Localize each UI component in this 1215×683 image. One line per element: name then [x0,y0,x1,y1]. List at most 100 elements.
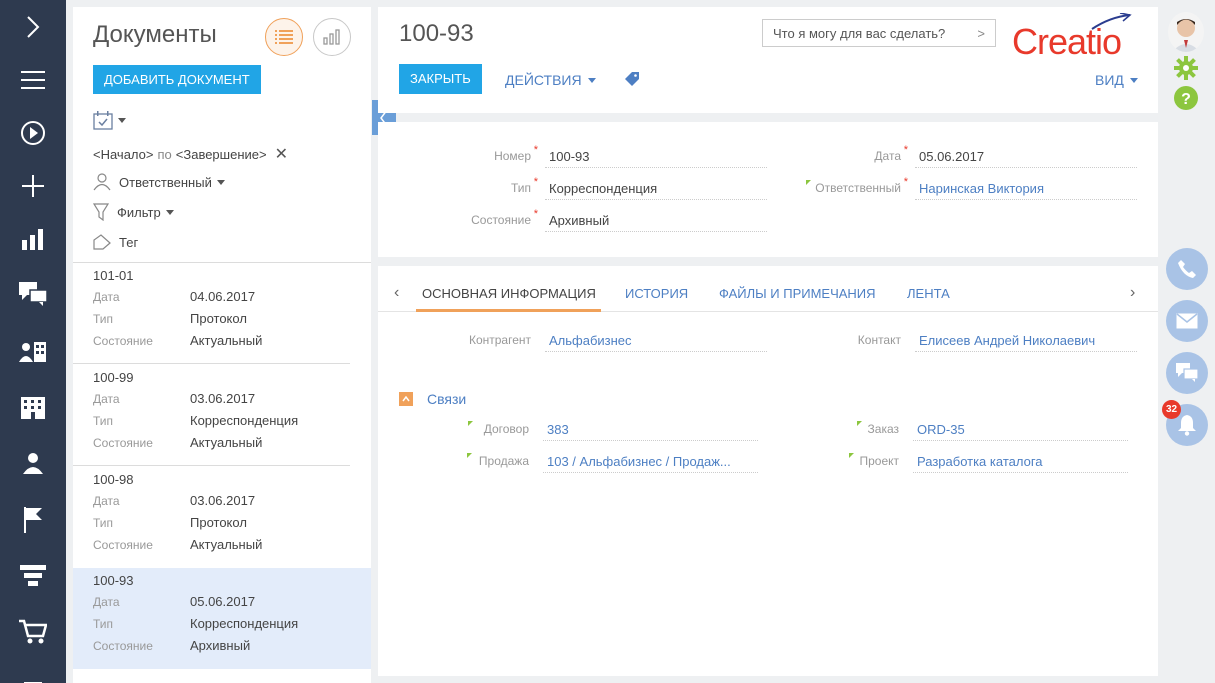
phone-button[interactable] [1166,248,1208,290]
record-number: 101-01 [93,268,134,283]
tab-history[interactable]: ИСТОРИЯ [625,286,688,301]
record-type-label: Тип [93,414,114,428]
lookup-marker-icon [806,180,811,185]
owner-filter-label: Ответственный [119,174,212,190]
field-label: Дата [874,149,901,163]
order-field[interactable]: Заказ ORD-35 [868,419,1128,441]
owner-field[interactable]: Ответственный * Наринская Виктория [815,176,1137,200]
period-start[interactable]: <Начало> [93,147,153,162]
record-state: Актуальный [190,435,263,450]
record-type-label: Тип [93,312,114,326]
analytics-view-button[interactable] [313,18,351,56]
tag-icon[interactable] [624,71,640,92]
list-item-selected[interactable]: 100-93 Дата 05.06.2017 Тип Корреспонденц… [73,568,371,669]
tab-scroll-left-icon[interactable]: ‹ [394,284,399,302]
record-type: Корреспонденция [190,413,299,428]
record-date-label: Дата [93,392,120,406]
chat-button[interactable] [1166,352,1208,394]
play-icon[interactable] [0,113,66,153]
state-input[interactable]: Архивный [545,210,767,232]
email-button[interactable] [1166,300,1208,342]
chevron-down-icon [1129,77,1138,83]
view-menu[interactable]: ВИД [1095,72,1138,88]
menu-icon[interactable] [0,60,66,100]
add-document-button[interactable]: ДОБАВИТЬ ДОКУМЕНТ [93,65,261,94]
close-icon[interactable]: ✕ [275,144,288,164]
opportunity-field[interactable]: Продажа 103 / Альфабизнес / Продаж... [479,451,758,473]
number-input[interactable]: 100-93 [545,146,767,168]
contact-icon[interactable] [0,443,66,483]
account-link[interactable]: Альфабизнес [545,330,767,352]
section-title[interactable]: Связи [427,391,466,407]
project-link[interactable]: Разработка каталога [913,451,1128,473]
avatar[interactable] [1168,12,1204,52]
plus-icon[interactable] [0,166,66,206]
calendar-icon [93,111,113,130]
period-range: <Начало> по <Завершение> ✕ [93,144,288,164]
contract-link[interactable]: 383 [543,419,758,441]
date-input[interactable]: 05.06.2017 [915,146,1137,168]
required-icon: * [903,176,908,188]
tab-files-notes[interactable]: ФАЙЛЫ И ПРИМЕЧАНИЯ [719,286,876,301]
opportunity-link[interactable]: 103 / Альфабизнес / Продаж... [543,451,758,473]
tab-feed[interactable]: ЛЕНТА [907,286,950,301]
record-number: 100-93 [93,573,134,588]
command-line-input[interactable]: Что я могу для вас сделать? > [762,19,996,47]
phone-icon [1178,260,1196,278]
tag-filter-button[interactable]: Тег [93,234,138,250]
list-item[interactable]: 100-98 Дата 03.06.2017 Тип Протокол Сост… [73,467,371,568]
owner-filter-button[interactable]: Ответственный [93,173,225,191]
accounts-icon[interactable] [0,332,66,372]
required-icon: * [533,144,538,156]
chat-icon[interactable] [0,274,66,314]
contract-field[interactable]: Договор 383 [484,419,758,441]
list-view-button[interactable] [265,18,303,56]
period-end[interactable]: <Завершение> [176,147,267,162]
date-field[interactable]: Дата * 05.06.2017 [874,144,1137,168]
chevron-right-icon[interactable]: > [977,26,985,41]
chart-icon[interactable] [0,219,66,259]
chevron-right-icon[interactable] [0,7,66,47]
project-field[interactable]: Проект Разработка каталога [859,451,1128,473]
actions-menu[interactable]: ДЕЙСТВИЯ [505,72,596,88]
number-field[interactable]: Номер * 100-93 [494,144,767,168]
type-field[interactable]: Тип * Корреспонденция [511,176,767,200]
tab-scroll-right-icon[interactable]: › [1130,284,1135,302]
view-label: ВИД [1095,72,1124,88]
cart-icon[interactable] [0,612,66,652]
logo-swoosh-icon [1091,13,1132,30]
record-state: Актуальный [190,333,263,348]
chevron-down-icon [165,209,174,215]
order-link[interactable]: ORD-35 [913,419,1128,441]
contact-link[interactable]: Елисеев Андрей Николаевич [915,330,1137,352]
period-separator: по [157,146,172,162]
account-field[interactable]: Контрагент Альфабизнес [469,330,767,352]
record-state-label: Состояние [93,334,153,348]
list-item[interactable]: 100-99 Дата 03.06.2017 Тип Корреспонденц… [73,365,371,466]
period-filter-button[interactable] [93,111,126,130]
record-date: 03.06.2017 [190,391,256,406]
document-icon[interactable] [0,668,66,683]
close-button[interactable]: ЗАКРЫТЬ [399,64,482,94]
record-date-label: Дата [93,290,120,304]
gear-icon[interactable] [1174,56,1198,85]
required-icon: * [533,208,538,220]
funnel-icon [93,203,109,221]
tab-main-info[interactable]: ОСНОВНАЯ ИНФОРМАЦИЯ [422,286,596,301]
building-icon[interactable] [0,387,66,427]
required-icon: * [533,176,538,188]
help-icon[interactable]: ? [1174,86,1198,115]
state-field[interactable]: Состояние * Архивный [471,208,767,232]
record-state: Актуальный [190,537,263,552]
contact-field[interactable]: Контакт Елисеев Андрей Николаевич [858,330,1137,352]
type-input[interactable]: Корреспонденция [545,178,767,200]
owner-link[interactable]: Наринская Виктория [915,178,1137,200]
funnel-icon[interactable] [0,556,66,596]
collapse-section-icon[interactable] [399,392,413,406]
record-divider [73,363,350,364]
field-label: Ответственный [815,181,901,195]
list-item[interactable]: 101-01 Дата 04.06.2017 Тип Протокол Сост… [73,263,371,364]
filter-button[interactable]: Фильтр [93,203,174,221]
flag-icon[interactable] [0,500,66,540]
svg-text:?: ? [1181,91,1191,108]
